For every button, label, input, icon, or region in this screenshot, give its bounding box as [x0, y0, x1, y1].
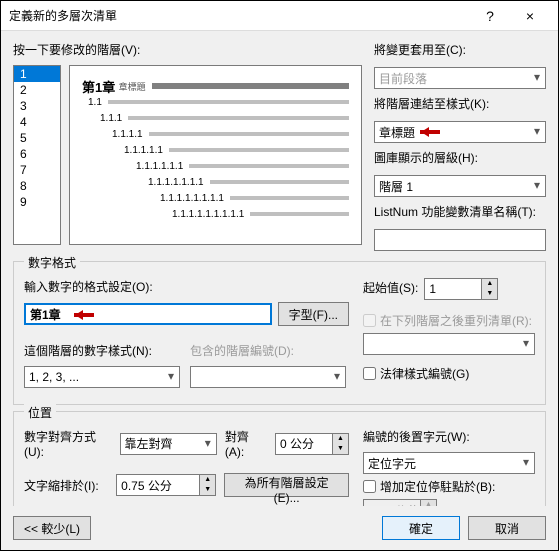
- levels-label: 按一下要修改的階層(V):: [13, 41, 362, 58]
- level-item[interactable]: 5: [14, 130, 60, 146]
- number-format-group: 數字格式 輸入數字的格式設定(O): 字型(F)... 這個階層的數字樣式(N)…: [13, 261, 546, 405]
- align-select[interactable]: [120, 433, 217, 455]
- preview-line: 1.1: [82, 96, 349, 108]
- tabstop-checkbox[interactable]: [363, 480, 376, 493]
- start-at-label: 起始值(S):: [363, 279, 418, 296]
- set-all-button[interactable]: 為所有階層設定(E)...: [224, 473, 349, 497]
- cancel-button[interactable]: 取消: [468, 516, 546, 540]
- preview-line: 1.1.1.1.1.1.1: [82, 176, 349, 188]
- tabstop-label: 增加定位停駐點於(B):: [380, 478, 495, 495]
- indent-spinner[interactable]: ▲▼: [116, 474, 216, 496]
- annotation-arrow-icon: [416, 127, 446, 137]
- apply-to-select[interactable]: [374, 67, 546, 89]
- apply-to-label: 將變更套用至(C):: [374, 41, 546, 58]
- restart-checkbox: [363, 314, 376, 327]
- include-level-select: [190, 366, 346, 388]
- restart-select: [363, 333, 535, 355]
- enter-format-label: 輸入數字的格式設定(O):: [24, 278, 349, 295]
- align-at-label: 對齊(A):: [225, 428, 267, 459]
- indent-label: 文字縮排於(I):: [24, 477, 108, 494]
- gallery-label: 圖庫顯示的層級(H):: [374, 149, 546, 166]
- preview-line: 1.1.1.1.1.1.1.1: [82, 192, 349, 204]
- annotation-arrow-icon: [70, 310, 100, 320]
- start-at-spinner[interactable]: ▲▼: [424, 278, 498, 300]
- align-at-spinner[interactable]: ▲▼: [275, 433, 349, 455]
- align-label: 數字對齊方式(U):: [24, 428, 112, 459]
- preview-line: 1.1.1.1.1.1.1.1.1: [82, 208, 349, 220]
- help-button[interactable]: ?: [470, 8, 510, 24]
- preview-line: 1.1.1: [82, 112, 349, 124]
- level-item[interactable]: 2: [14, 82, 60, 98]
- position-legend: 位置: [24, 404, 56, 421]
- level-item[interactable]: 7: [14, 162, 60, 178]
- gallery-select[interactable]: [374, 175, 546, 197]
- follow-label: 編號的後置字元(W):: [363, 428, 535, 445]
- window-title: 定義新的多層次清單: [9, 7, 470, 24]
- legal-label: 法律樣式編號(G): [380, 365, 469, 382]
- titlebar: 定義新的多層次清單 ? ×: [1, 1, 558, 31]
- number-style-label: 這個階層的數字樣式(N):: [24, 342, 180, 359]
- link-style-select[interactable]: [374, 121, 546, 143]
- preview-line: 1.1.1.1: [82, 128, 349, 140]
- tabstop-spinner: ▲▼: [363, 499, 535, 506]
- preview-top-num: 第1章: [82, 77, 115, 96]
- position-group: 位置 數字對齊方式(U): 對齊(A): ▲▼ 文字縮排於(I): ▲▼ 為所有…: [13, 411, 546, 506]
- level-item[interactable]: 8: [14, 178, 60, 194]
- enter-format-input[interactable]: [24, 303, 272, 325]
- follow-select[interactable]: [363, 452, 535, 474]
- preview-line: 1.1.1.1.1.1: [82, 160, 349, 172]
- preview-line: 1.1.1.1.1: [82, 144, 349, 156]
- legal-checkbox[interactable]: [363, 367, 376, 380]
- ok-button[interactable]: 確定: [382, 516, 460, 540]
- number-style-select[interactable]: [24, 366, 180, 388]
- preview-top-sub: 章標題: [119, 80, 146, 93]
- level-listbox[interactable]: 123456789: [13, 65, 61, 245]
- link-style-label: 將階層連結至樣式(K):: [374, 95, 546, 112]
- include-level-label: 包含的階層編號(D):: [190, 342, 346, 359]
- number-format-legend: 數字格式: [24, 254, 80, 271]
- level-item[interactable]: 9: [14, 194, 60, 210]
- level-item[interactable]: 1: [14, 66, 60, 82]
- restart-label: 在下列階層之後重列清單(R):: [380, 312, 532, 329]
- less-button[interactable]: << 較少(L): [13, 516, 91, 540]
- preview-pane: 第1章 章標題 1.1 1.1.1 1.1.1.1 1.1.1.1.1 1.1.1.1.…: [69, 65, 362, 245]
- level-item[interactable]: 6: [14, 146, 60, 162]
- level-item[interactable]: 3: [14, 98, 60, 114]
- close-button[interactable]: ×: [510, 8, 550, 24]
- level-item[interactable]: 4: [14, 114, 60, 130]
- font-button[interactable]: 字型(F)...: [278, 302, 349, 326]
- listnum-label: ListNum 功能變數清單名稱(T):: [374, 203, 546, 220]
- listnum-input[interactable]: [374, 229, 546, 251]
